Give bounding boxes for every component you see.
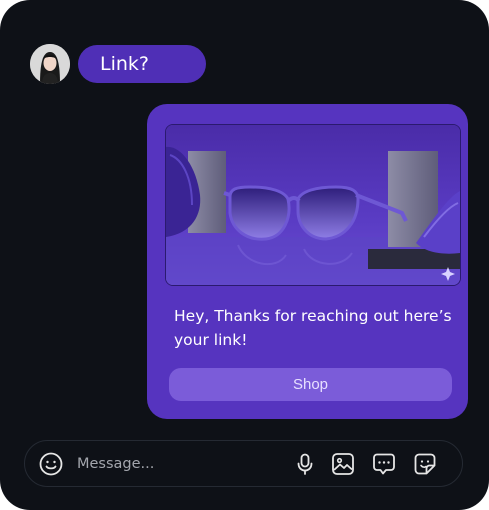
avatar-photo [30, 44, 70, 84]
shop-button[interactable]: Shop [169, 368, 452, 401]
image-icon[interactable] [331, 452, 355, 476]
message-input[interactable]: Message... [77, 453, 154, 475]
message-composer[interactable]: Message... [24, 440, 463, 487]
product-image[interactable] [165, 124, 461, 286]
sticker-icon[interactable] [413, 452, 437, 476]
incoming-message-text: Link? [100, 53, 149, 75]
smile-icon[interactable] [39, 452, 63, 476]
incoming-message-bubble: Link? [78, 45, 206, 83]
purple-sunglasses-image [166, 125, 460, 285]
chat-bubble-icon[interactable] [372, 452, 396, 476]
dm-conversation-window: Link? Hey, Thanks for reaching out here’… [0, 0, 489, 510]
microphone-icon[interactable] [293, 452, 317, 476]
reply-card: Hey, Thanks for reaching out here’s your… [147, 104, 468, 419]
reply-message-text: Hey, Thanks for reaching out here’s your… [174, 307, 452, 349]
avatar[interactable] [30, 44, 70, 84]
